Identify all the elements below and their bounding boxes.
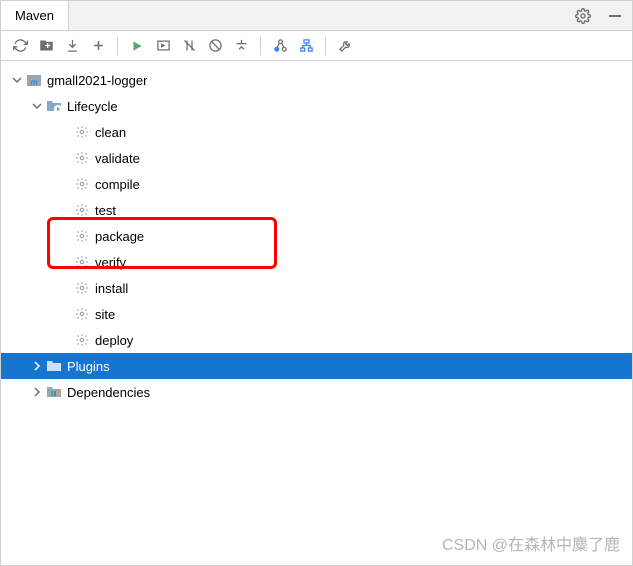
refresh-icon[interactable] — [9, 35, 31, 57]
toolbar-separator — [325, 37, 326, 55]
execute-icon[interactable] — [152, 35, 174, 57]
goal-site[interactable]: site — [1, 301, 632, 327]
show-diagram-icon[interactable] — [295, 35, 317, 57]
goal-label: compile — [95, 177, 140, 192]
gear-icon — [73, 123, 91, 141]
toolbar-separator — [117, 37, 118, 55]
gear-icon — [73, 331, 91, 349]
gear-icon — [73, 227, 91, 245]
chevron-down-icon[interactable] — [29, 101, 45, 111]
plus-icon[interactable] — [87, 35, 109, 57]
goal-label: clean — [95, 125, 126, 140]
gear-icon[interactable] — [572, 5, 594, 27]
goal-clean[interactable]: clean — [1, 119, 632, 145]
gear-icon — [73, 175, 91, 193]
skip-tests-icon[interactable] — [204, 35, 226, 57]
gear-icon — [73, 305, 91, 323]
goal-verify[interactable]: verify — [1, 249, 632, 275]
gear-icon — [73, 253, 91, 271]
dependencies-node[interactable]: Dependencies — [1, 379, 632, 405]
download-icon[interactable] — [61, 35, 83, 57]
goal-label: test — [95, 203, 116, 218]
wrench-icon[interactable] — [334, 35, 356, 57]
panel-title: Maven — [15, 8, 54, 23]
maven-module-icon: m — [25, 71, 43, 89]
goal-validate[interactable]: validate — [1, 145, 632, 171]
add-project-icon[interactable] — [35, 35, 57, 57]
gear-icon — [73, 279, 91, 297]
chevron-right-icon[interactable] — [29, 387, 45, 397]
goal-label: install — [95, 281, 128, 296]
goal-package[interactable]: package — [1, 223, 632, 249]
dependency-graph-icon[interactable] — [269, 35, 291, 57]
gear-icon — [73, 149, 91, 167]
goal-label: verify — [95, 255, 126, 270]
minimize-icon[interactable] — [604, 5, 626, 27]
plugins-label: Plugins — [67, 359, 110, 374]
folder-icon — [45, 357, 63, 375]
watermark: CSDN @在森林中麋了鹿 — [442, 531, 620, 555]
run-icon[interactable] — [126, 35, 148, 57]
lifecycle-label: Lifecycle — [67, 99, 118, 114]
panel-title-tab[interactable]: Maven — [1, 1, 69, 30]
dependencies-label: Dependencies — [67, 385, 150, 400]
library-folder-icon — [45, 383, 63, 401]
goal-install[interactable]: install — [1, 275, 632, 301]
toggle-offline-icon[interactable] — [178, 35, 200, 57]
goal-compile[interactable]: compile — [1, 171, 632, 197]
lifecycle-node[interactable]: Lifecycle — [1, 93, 632, 119]
plugins-node[interactable]: Plugins — [1, 353, 632, 379]
svg-text:m: m — [30, 78, 37, 87]
project-label: gmall2021-logger — [47, 73, 147, 88]
panel-header: Maven — [1, 1, 632, 31]
goal-label: site — [95, 307, 115, 322]
project-tree: m gmall2021-logger Lifecycle clean valid… — [1, 61, 632, 411]
chevron-right-icon[interactable] — [29, 361, 45, 371]
header-actions — [572, 5, 632, 27]
goal-label: package — [95, 229, 144, 244]
toolbar — [1, 31, 632, 61]
goal-test[interactable]: test — [1, 197, 632, 223]
gear-icon — [73, 201, 91, 219]
chevron-down-icon[interactable] — [9, 75, 25, 85]
project-node[interactable]: m gmall2021-logger — [1, 67, 632, 93]
goal-label: validate — [95, 151, 140, 166]
goal-deploy[interactable]: deploy — [1, 327, 632, 353]
goal-label: deploy — [95, 333, 133, 348]
toolbar-separator — [260, 37, 261, 55]
folder-run-icon — [45, 97, 63, 115]
collapse-icon[interactable] — [230, 35, 252, 57]
